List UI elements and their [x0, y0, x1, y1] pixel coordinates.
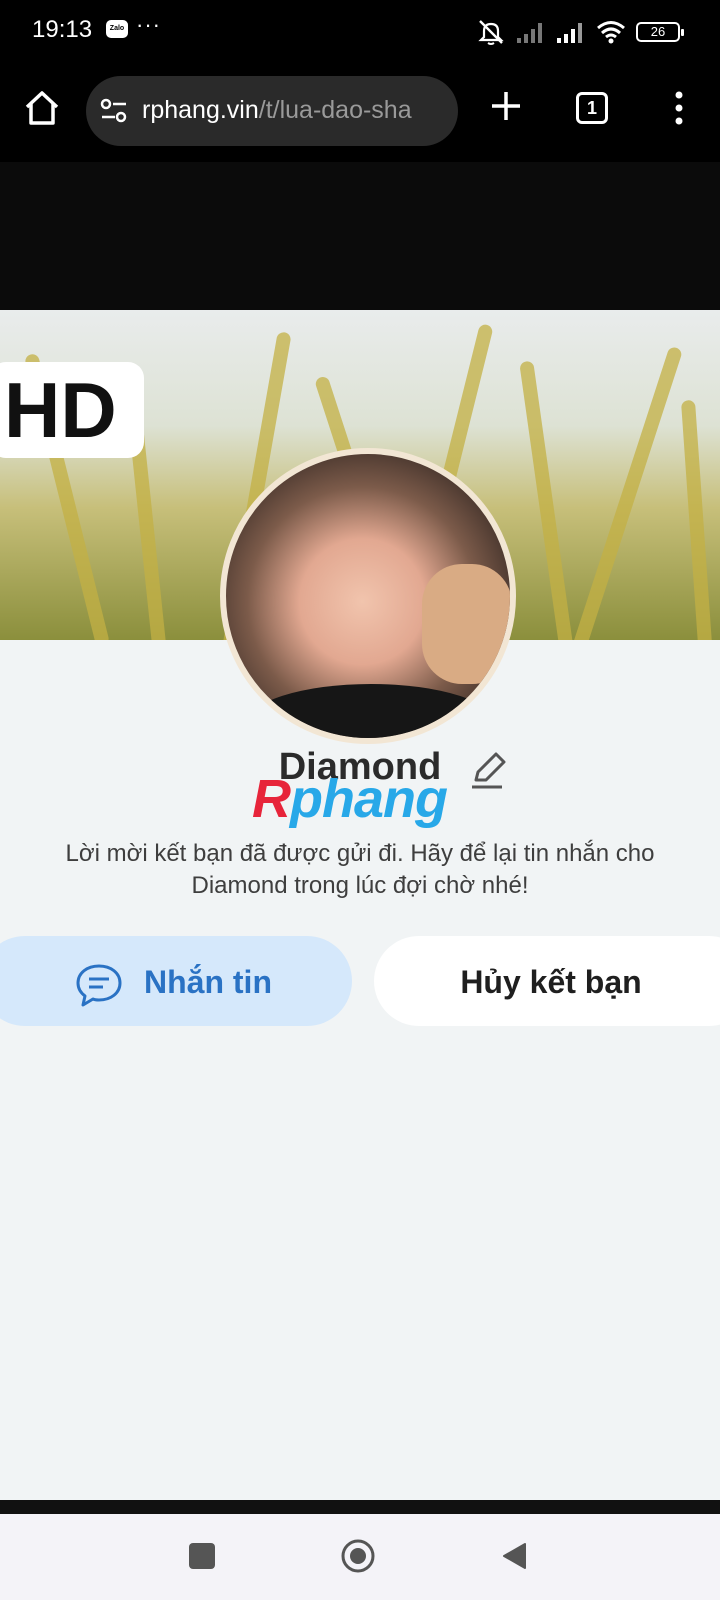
- tab-switcher-icon[interactable]: 1: [576, 92, 608, 124]
- message-button-label[interactable]: Nhắn tin: [144, 964, 272, 1001]
- status-time: 19:13: [32, 16, 93, 43]
- home-icon[interactable]: [22, 88, 62, 128]
- edit-pencil-icon[interactable]: [468, 750, 508, 790]
- chat-bubble-icon: [76, 964, 122, 1007]
- page-bottom-edge: [0, 1500, 720, 1514]
- hd-badge: HD: [0, 362, 144, 458]
- url-text: rphang.vin/t/lua-dao-sha: [142, 96, 412, 125]
- info-line-2: Diamond trong lúc đợi chờ nhé!: [191, 872, 529, 899]
- friend-request-info: Lời mời kết bạn đã được gửi đi. Hãy để l…: [10, 838, 710, 902]
- browser-toolbar: rphang.vin/t/lua-dao-sha 1: [0, 64, 720, 162]
- more-notifications-icon: ···: [136, 12, 161, 37]
- wifi-icon: [597, 21, 625, 44]
- status-bar: 19:13 Zalo ··· 26: [0, 0, 720, 64]
- recents-icon[interactable]: [189, 1543, 215, 1569]
- status-icons: 26: [476, 16, 684, 48]
- dark-band: [0, 162, 720, 310]
- home-circle-icon[interactable]: [340, 1538, 376, 1574]
- new-tab-icon[interactable]: [488, 88, 524, 124]
- url-path: /t/lua-dao-sha: [258, 96, 412, 124]
- battery-icon: 26: [636, 22, 684, 42]
- more-menu-icon[interactable]: [664, 88, 694, 128]
- signal-icon: [517, 23, 542, 43]
- site-settings-icon[interactable]: [100, 98, 128, 124]
- back-icon[interactable]: [500, 1541, 528, 1571]
- info-line-1: Lời mời kết bạn đã được gửi đi. Hãy để l…: [65, 840, 655, 867]
- url-domain: rphang.vin: [142, 96, 259, 124]
- zalo-notification-icon: Zalo: [106, 20, 128, 38]
- watermark-r: R: [252, 769, 291, 829]
- silent-mode-icon: [478, 20, 504, 45]
- cancel-friend-label[interactable]: Hủy kết bạn: [374, 964, 720, 1001]
- rphang-watermark: Rphang: [252, 768, 448, 830]
- avatar[interactable]: [220, 448, 516, 744]
- watermark-rest: phang: [290, 769, 448, 829]
- address-bar[interactable]: rphang.vin/t/lua-dao-sha: [86, 76, 458, 146]
- signal-icon: [557, 23, 582, 43]
